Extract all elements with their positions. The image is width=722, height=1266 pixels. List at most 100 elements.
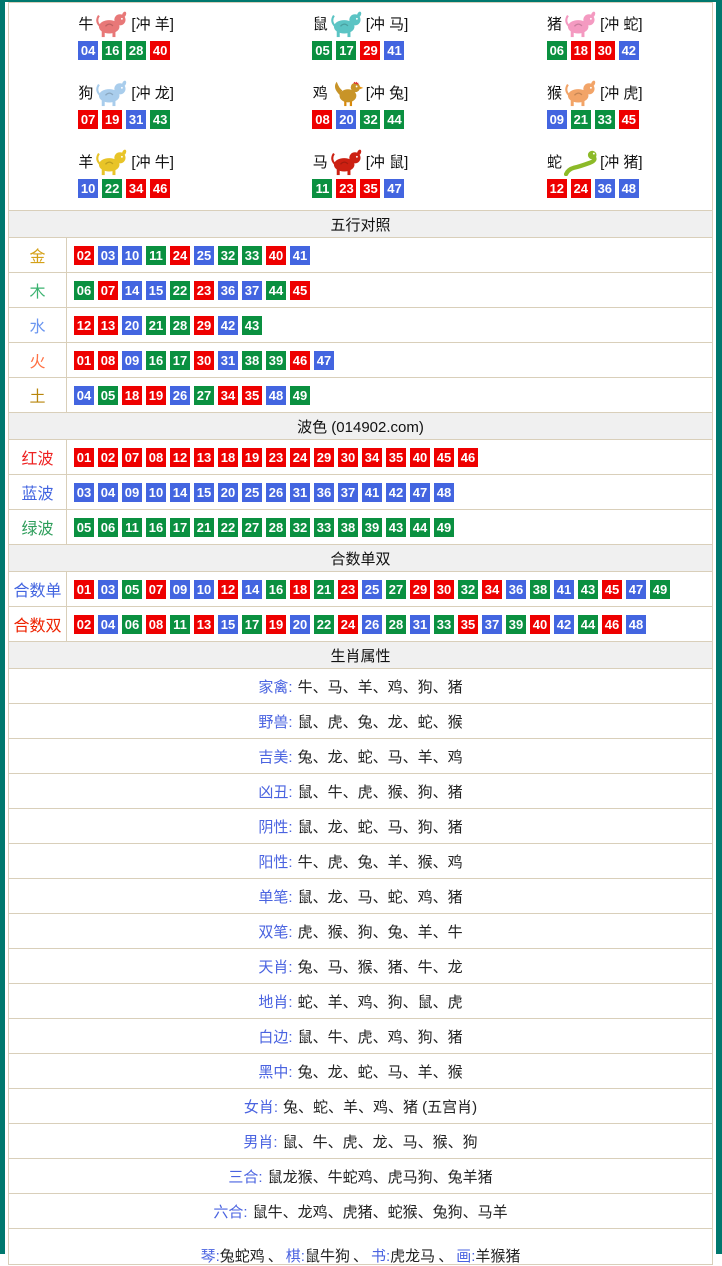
attribute-animals: 兔、马、猴、猪、牛、龙 [298,956,463,977]
zodiac-clash: [冲 猪] [600,151,643,172]
number-ball: 49 [434,518,454,537]
number-ball: 40 [150,41,170,60]
number-ball: 21 [571,110,591,129]
attribute-row: 男肖:鼠、牛、虎、龙、马、猴、狗 [9,1124,712,1159]
number-ball: 23 [336,179,356,198]
zodiac-clash: [冲 蛇] [600,13,643,34]
number-ball: 14 [242,580,262,599]
row-numbers: 1213202128294243 [67,308,712,342]
zodiac-numbers: 07193143 [9,110,243,129]
number-ball: 17 [242,615,262,634]
zodiac-title: 蛇[冲 猪] [478,146,712,177]
number-ball: 20 [218,483,238,502]
number-ball: 48 [626,615,646,634]
attribute-label: 阴性: [258,816,292,837]
row-label: 绿波 [9,510,67,544]
attribute-label: 单笔: [258,886,292,907]
attribute-label: 男肖: [243,1131,277,1152]
shengxiao-attribute-table: 家禽:牛、马、羊、鸡、狗、猪野兽:鼠、虎、兔、龙、蛇、猴吉美:兔、龙、蛇、马、羊… [9,669,712,1229]
number-ball: 09 [170,580,190,599]
zodiac-clash: [冲 马] [366,13,409,34]
number-ball: 39 [362,518,382,537]
row-numbers: 04051819262734354849 [67,378,712,412]
attribute-label: 野兽: [258,711,292,732]
goat-icon [95,148,129,176]
number-ball: 17 [336,41,356,60]
attribute-row: 黑中:兔、龙、蛇、马、羊、猴 [9,1054,712,1089]
qinqishuhua-segment: 琴:兔蛇鸡 [201,1245,265,1266]
zodiac-conflict-table: 牛[冲 羊]04162840鼠[冲 马]05172941猪[冲 蛇]061830… [9,3,712,211]
attribute-animals: 兔、龙、蛇、马、羊、鸡 [298,746,463,767]
number-ball: 28 [170,316,190,335]
zodiac-numbers: 06183042 [478,41,712,60]
number-ball: 35 [360,179,380,198]
row-numbers: 02031011242532334041 [67,238,712,272]
number-ball: 29 [314,448,334,467]
zodiac-clash: [冲 羊] [131,13,174,34]
row-numbers: 06071415222336374445 [67,273,712,307]
attribute-row: 野兽:鼠、虎、兔、龙、蛇、猴 [9,704,712,739]
section-header-bose: 波色 (014902.com) [9,413,712,440]
number-ball: 23 [338,580,358,599]
zodiac-cell: 蛇[冲 猪]12243648 [478,141,712,210]
number-ball: 29 [194,316,214,335]
bose-row: 绿波05061116172122272832333839434449 [9,510,712,545]
number-ball: 46 [458,448,478,467]
zodiac-numbers: 04162840 [9,41,243,60]
ox-icon [95,10,129,38]
number-ball: 27 [242,518,262,537]
number-ball: 08 [98,351,118,370]
number-ball: 16 [146,518,166,537]
number-ball: 31 [290,483,310,502]
number-ball: 24 [170,246,190,265]
number-ball: 07 [122,448,142,467]
zodiac-name: 马 [313,151,328,172]
number-ball: 44 [410,518,430,537]
number-ball: 16 [266,580,286,599]
attribute-row: 地肖:蛇、羊、鸡、狗、鼠、虎 [9,984,712,1019]
qinqishuhua-row: 琴:兔蛇鸡、棋:鼠牛狗、书:虎龙马、画:羊猴猪 [9,1229,712,1264]
number-ball: 05 [312,41,332,60]
number-ball: 43 [578,580,598,599]
zodiac-numbers: 10223446 [9,179,243,198]
section-header-wuxing: 五行对照 [9,211,712,238]
zodiac-clash: [冲 兔] [366,82,409,103]
attribute-label: 双笔: [258,921,292,942]
heshu-row: 合数单0103050709101214161821232527293032343… [9,572,712,607]
zodiac-name: 猪 [547,13,562,34]
number-ball: 49 [650,580,670,599]
number-ball: 09 [122,483,142,502]
number-ball: 25 [362,580,382,599]
number-ball: 27 [194,386,214,405]
number-ball: 26 [266,483,286,502]
zodiac-numbers: 11233547 [243,179,477,198]
number-ball: 11 [312,179,332,198]
number-ball: 07 [98,281,118,300]
attribute-row: 家禽:牛、马、羊、鸡、狗、猪 [9,669,712,704]
number-ball: 19 [102,110,122,129]
attribute-animals: 兔、龙、蛇、马、羊、猴 [298,1061,463,1082]
zodiac-name: 狗 [78,82,93,103]
number-ball: 12 [170,448,190,467]
qinqishuhua-segment: 棋:鼠牛狗 [286,1245,350,1266]
segment-animals: 兔蛇鸡 [220,1248,265,1265]
number-ball: 40 [410,448,430,467]
number-ball: 10 [146,483,166,502]
number-ball: 31 [410,615,430,634]
number-ball: 11 [122,518,142,537]
zodiac-name: 鸡 [313,82,328,103]
attribute-label: 女肖: [244,1096,278,1117]
number-ball: 03 [98,580,118,599]
number-ball: 19 [266,615,286,634]
qinqishuhua-segment: 书:虎龙马 [371,1245,435,1266]
number-ball: 13 [194,448,214,467]
row-numbers: 03040910141520252631363741424748 [67,475,712,509]
attribute-row: 六合:鼠牛、龙鸡、虎猪、蛇猴、兔狗、马羊 [9,1194,712,1229]
number-ball: 09 [122,351,142,370]
attribute-animals: 牛、虎、兔、羊、猴、鸡 [298,851,463,872]
section-header-shengxiao: 生肖属性 [9,642,712,669]
reference-table: 牛[冲 羊]04162840鼠[冲 马]05172941猪[冲 蛇]061830… [8,2,713,1265]
attribute-row: 白边:鼠、牛、虎、鸡、狗、猪 [9,1019,712,1054]
zodiac-numbers: 09213345 [478,110,712,129]
number-ball: 30 [434,580,454,599]
